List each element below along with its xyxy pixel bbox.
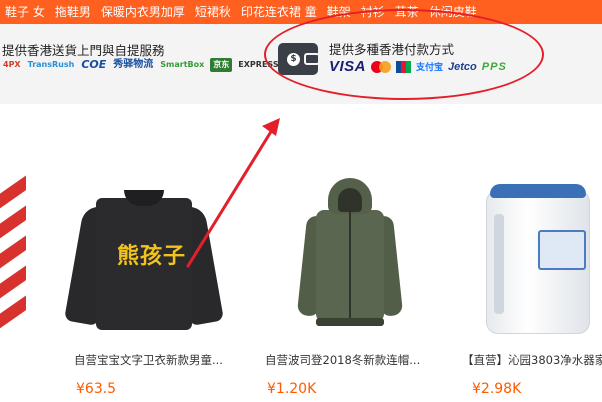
delivery-service-title: 提供香港送貨上門與自提服務 bbox=[2, 43, 165, 58]
4px-logo: 4PX bbox=[3, 60, 21, 69]
xiuyi-logistics-logo: 秀驿物流 bbox=[113, 59, 154, 70]
smartbox-logo: SmartBox bbox=[160, 60, 205, 69]
product-image-water-purifier[interactable] bbox=[486, 184, 596, 334]
annotation-ellipse bbox=[264, 9, 544, 100]
category-link[interactable]: 鞋子 女 bbox=[0, 0, 50, 24]
product-name[interactable]: 自营波司登2018冬新款连帽... bbox=[265, 352, 425, 368]
side-decoration bbox=[0, 168, 26, 328]
coe-logo: COE bbox=[81, 58, 107, 71]
category-link[interactable]: 短裙秋 bbox=[190, 0, 236, 24]
category-link[interactable]: 拖鞋男 bbox=[50, 0, 96, 24]
category-bar: 鞋子 女 拖鞋男 保暖内衣男加厚 短裙秋 印花连衣裙 童 鞋架 衬衫 茸茶 休闲… bbox=[0, 0, 602, 24]
jd-logo: 京东 bbox=[210, 58, 233, 72]
product-image-jacket[interactable] bbox=[296, 178, 404, 338]
category-link[interactable]: 保暖内衣男加厚 bbox=[96, 0, 190, 24]
product-name[interactable]: 自营宝宝文字卫衣新款男童... bbox=[74, 352, 234, 368]
product-name[interactable]: 【直营】沁园3803净水器家 bbox=[462, 352, 602, 368]
transrush-logo: TransRush bbox=[27, 60, 75, 69]
product-list: 熊孩子 自营宝宝文字卫衣新款男童... ¥63.5 自营波司登2018冬新款连帽… bbox=[0, 104, 602, 402]
product-price: ¥1.20K bbox=[267, 381, 317, 397]
product-price: ¥2.98K bbox=[472, 381, 522, 397]
delivery-logos: 4PX TransRush COE 秀驿物流 SmartBox 京东 EXPRE… bbox=[2, 58, 280, 72]
product-price: ¥63.5 bbox=[76, 381, 117, 397]
product-image-sweatshirt[interactable]: 熊孩子 bbox=[64, 184, 224, 334]
sweatshirt-print-text: 熊孩子 bbox=[117, 244, 187, 269]
